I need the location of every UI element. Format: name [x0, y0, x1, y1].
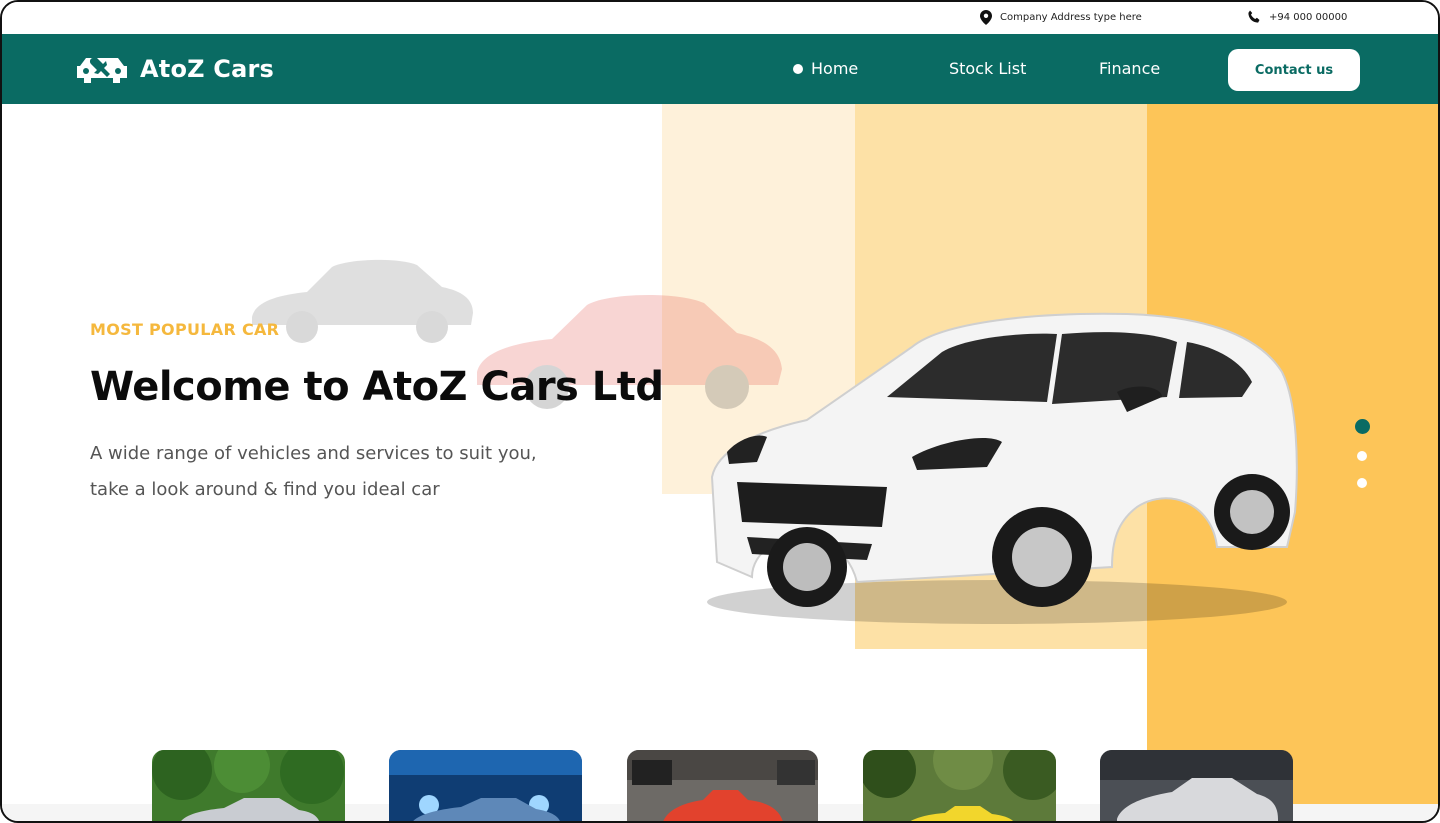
thumb-red-sportscar[interactable]	[627, 750, 818, 821]
thumb-car	[663, 790, 783, 821]
location-pin-icon	[980, 10, 992, 25]
hero-subtitle-line-1: A wide range of vehicles and services to…	[90, 443, 537, 464]
hero-eyebrow: MOST POPULAR CAR	[90, 320, 280, 339]
car-wrench-icon	[77, 58, 127, 83]
main-navigation: AtoZ Cars Home Stock List Finance Contac…	[2, 34, 1438, 104]
brand-name: AtoZ Cars	[140, 55, 275, 83]
slider-dot-3[interactable]	[1357, 478, 1367, 488]
ghost-convertible-dark	[252, 259, 473, 343]
hero-car-image	[707, 312, 1298, 624]
phone-text: +94 000 00000	[1269, 11, 1348, 23]
slider-dot-2[interactable]	[1357, 451, 1367, 461]
thumb-white-coupe[interactable]	[1100, 750, 1293, 821]
nav-item-stock-list[interactable]: Stock List	[949, 59, 1026, 78]
nav-item-home-label: Home	[811, 59, 859, 78]
page-frame: Company Address type here +94 000 00000 …	[0, 0, 1440, 823]
thumb-yellow-sportscar[interactable]	[863, 750, 1056, 821]
address-text: Company Address type here	[1000, 12, 1142, 23]
phone-icon	[1248, 10, 1260, 23]
thumb-car	[412, 798, 560, 821]
brand-logo[interactable]: AtoZ Cars	[76, 52, 274, 86]
hero-subtitle: A wide range of vehicles and services to…	[90, 436, 610, 508]
hero-subtitle-line-2: take a look around & find you ideal car	[90, 479, 440, 500]
thumb-silver-sedan[interactable]	[152, 750, 345, 821]
thumb-car	[180, 798, 319, 821]
active-indicator-dot	[793, 63, 803, 74]
address-info: Company Address type here	[980, 10, 1142, 25]
thumb-car	[1116, 778, 1278, 821]
contact-us-button[interactable]: Contact us	[1228, 49, 1360, 91]
thumb-car	[910, 806, 1013, 821]
phone-info: +94 000 00000	[1247, 10, 1347, 24]
thumb-blue-sedan[interactable]	[389, 750, 582, 821]
hero-title: Welcome to AtoZ Cars Ltd	[90, 364, 664, 410]
nav-item-home[interactable]: Home	[793, 59, 858, 78]
top-info-bar: Company Address type here +94 000 00000	[2, 2, 1438, 34]
nav-item-finance[interactable]: Finance	[1099, 59, 1160, 78]
slider-dot-1[interactable]	[1355, 419, 1370, 434]
